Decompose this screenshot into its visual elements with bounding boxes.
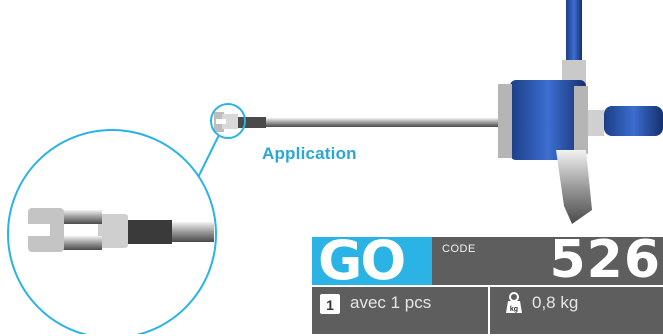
zoom-circle [7, 129, 217, 334]
go-logo-text: GO [318, 229, 406, 292]
application-label: Application [262, 144, 357, 163]
code-panel: CODE 526 [432, 230, 663, 290]
info-strip: 1 avec 1 pcs kg 0,8 kg [312, 285, 663, 336]
code-label: CODE [442, 243, 476, 255]
svg-text:kg: kg [510, 306, 518, 313]
box-quantity-icon: 1 [320, 294, 340, 314]
weight-icon: kg [506, 292, 522, 313]
weight-text: 0,8 kg [532, 293, 579, 312]
code-number: 526 [549, 230, 661, 290]
go-logo: GO [312, 231, 432, 291]
slide-hammer [498, 0, 663, 224]
jaw-tip [214, 112, 238, 132]
product-code-badge: GO CODE 526 1 avec 1 pcs kg 0,8 kg [312, 230, 663, 336]
quantity-text: avec 1 pcs [350, 293, 432, 312]
info-divider [488, 287, 490, 336]
